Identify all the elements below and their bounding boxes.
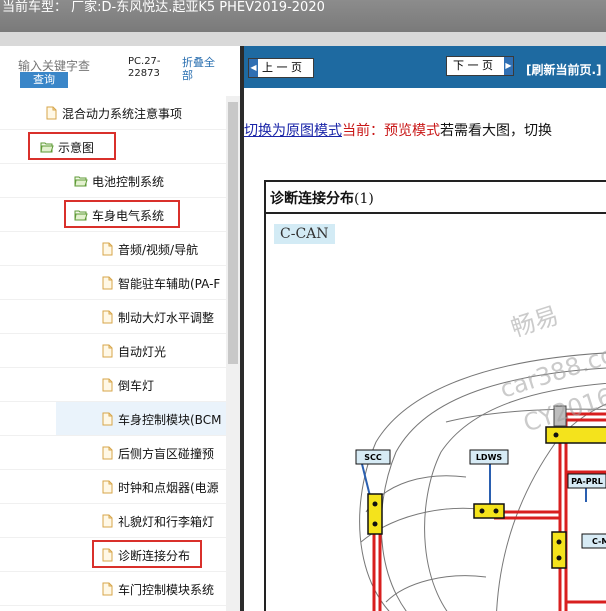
content-panel: ◀ 上 一 页 下 一 页 ▶ [刷新当前页.] 切换为原图模式当前：预览模式若… [244,46,606,611]
connectors [367,426,606,569]
file-icon [102,412,113,426]
tree-item[interactable]: 制动大灯水平调整 [0,300,226,334]
file-icon [102,480,113,494]
prev-page-label: 上 一 页 [262,61,302,74]
tree-item-label: 音频/视频/导航 [118,242,199,257]
window-title: 当前车型： 厂家:D-东风悦达.起亚K5 PHEV2019-2020 [2,0,325,15]
next-page-button[interactable]: 下 一 页 ▶ [446,56,514,76]
tree-item[interactable]: 音频/视频/导航 [0,232,226,266]
prev-page-button[interactable]: ◀ 上 一 页 [248,58,314,78]
file-icon [102,242,113,256]
row-separator [0,605,226,606]
file-icon [102,276,113,290]
tree-item[interactable]: 电池控制系统 [0,164,226,198]
folder-open-icon [74,176,88,187]
tree-item[interactable]: 礼貌灯和行李箱灯 [0,504,226,538]
module-label-paprl: PA-PRL [571,477,603,486]
tree-item-label: 后侧方盲区碰撞预 [118,446,215,461]
tree-view: 混合动力系统注意事项 示意图 电池控制系统 车身电气系统 音频/视频/导航 智能驻车辅助(… [0,96,226,611]
file-icon [102,378,113,392]
refresh-page-link[interactable]: [刷新当前页.] [526,61,602,78]
tree-item[interactable]: 车门控制模块系统 [0,572,226,606]
tree-item-label: 车身控制模块(BCM [118,412,222,427]
tree-item[interactable]: 智能驻车辅助(PA-F [0,266,226,300]
doc-code: PC.27-22873 [128,56,161,79]
query-button[interactable]: 查询 [20,72,68,88]
tree-item-label: 智能驻车辅助(PA-F [118,276,221,291]
module-label-cmd: C-MD [592,537,606,546]
collapse-all-button[interactable]: 折叠全部 [182,56,222,82]
file-icon [102,310,113,324]
page-nav-bar: ◀ 上 一 页 下 一 页 ▶ [刷新当前页.] [244,46,606,88]
tree-item[interactable]: 倒车灯 [0,368,226,402]
arrow-left-icon: ◀ [249,59,258,77]
tree-item[interactable]: 自动灯光 [0,334,226,368]
tree-item-label: 混合动力系统注意事项 [62,106,183,121]
file-icon [102,446,113,460]
tree-item[interactable]: 车身控制模块(BCM [56,402,226,436]
scrollbar-thumb[interactable] [228,102,238,364]
file-icon [102,344,113,358]
highlight-box [64,200,180,228]
next-page-label: 下 一 页 [453,59,493,72]
module-boxes: SCC LDWS PA-PRL C-MD [355,449,606,549]
file-icon [102,582,113,596]
view-mode-bar: 切换为原图模式当前：预览模式若需看大图，切换 [244,120,552,140]
sidebar-scrollbar[interactable] [226,96,240,611]
tree-item-label: 倒车灯 [118,378,155,393]
tree-item-label: 自动灯光 [118,344,167,359]
module-label-ldws: LDWS [476,453,503,462]
current-mode-text: 当前：预览模式 [342,123,440,139]
highlight-box [92,540,202,568]
file-icon [102,514,113,528]
tree-item-label: 电池控制系统 [92,174,165,189]
toolbar-strip [0,32,606,46]
sidebar: 查询 PC.27-22873 折叠全部 混合动力系统注意事项示意图电池控制系统车… [0,46,242,611]
tree-item-label: 时钟和点烟器(电源 [118,480,219,495]
tree-item-label: 制动大灯水平调整 [118,310,215,325]
file-icon [46,106,57,120]
mode-hint-text: 若需看大图，切换 [440,123,552,139]
highlight-box [28,132,116,160]
window-titlebar: 当前车型： 厂家:D-东风悦达.起亚K5 PHEV2019-2020 [0,0,606,32]
arrow-right-icon: ▶ [504,57,513,75]
diagram-frame: 诊断连接分布(1) C-CAN SCC LDWS PA-PRL C-M 畅易 c… [264,180,606,611]
switch-original-mode-link[interactable]: 切换为原图模式 [244,123,342,139]
tree-item-label: 礼貌灯和行李箱灯 [118,514,215,529]
tree-item[interactable]: 后侧方盲区碰撞预 [0,436,226,470]
search-row: 查询 PC.27-22873 折叠全部 [0,46,242,90]
wiring-diagram: SCC LDWS PA-PRL C-MD [355,352,606,611]
tree-item-label: 车门控制模块系统 [118,582,215,597]
connector-pins [372,432,562,561]
tree-item[interactable]: 混合动力系统注意事项 [0,96,226,130]
module-label-scc: SCC [364,453,382,462]
tree-item[interactable]: 时钟和点烟器(电源 [0,470,226,504]
